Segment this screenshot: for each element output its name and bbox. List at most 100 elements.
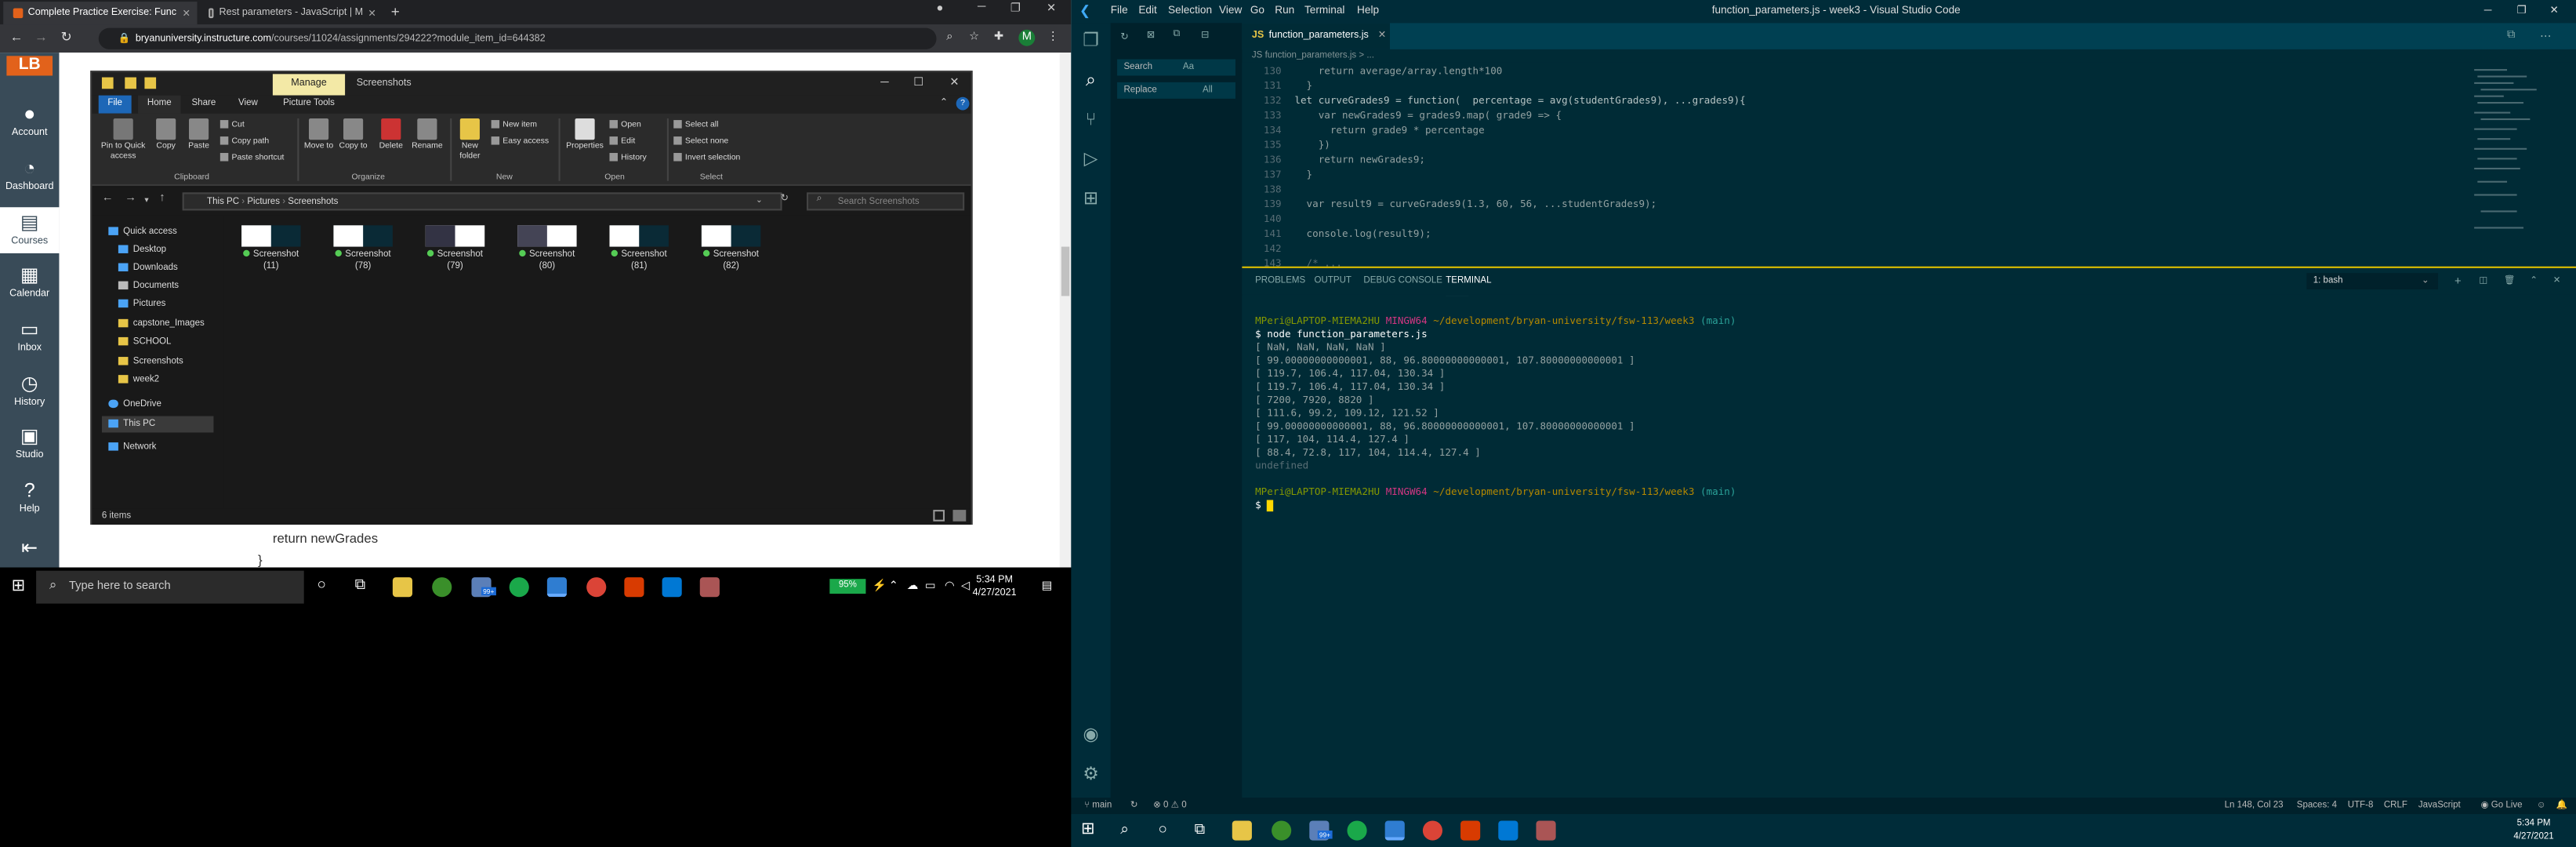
tab-debug-console[interactable]: DEBUG CONSOLE	[1363, 274, 1442, 289]
chrome-alt-taskbar-icon[interactable]	[1422, 820, 1443, 841]
chrome-alt-taskbar-icon[interactable]	[586, 577, 607, 598]
ribbon-collapse-icon[interactable]: ⌃	[940, 97, 949, 109]
close-window-icon[interactable]: ✕	[2550, 0, 2559, 23]
more-actions-icon[interactable]: ⋯	[2540, 30, 2552, 43]
browser-tab-1[interactable]: Complete Practice Exercise: Func ✕	[3, 2, 198, 25]
app-w-taskbar-icon[interactable]	[432, 577, 452, 598]
nav-courses[interactable]: ▤ Courses	[0, 207, 60, 253]
new-item-button[interactable]: New item	[491, 120, 537, 132]
page-scrollbar[interactable]	[1059, 53, 1072, 568]
new-search-editor-icon[interactable]: ⧉	[1173, 30, 1180, 42]
browser-tab-2[interactable]: Rest parameters - JavaScript | M ✕	[199, 2, 383, 24]
breadcrumb-screenshots[interactable]: Screenshots	[288, 198, 338, 208]
delete-button[interactable]: Delete	[373, 118, 409, 151]
cortana-icon[interactable]: ○	[1158, 820, 1166, 837]
terminal-select[interactable]: 1: bash ⌄	[2306, 273, 2439, 290]
sync-icon[interactable]: ↻	[1130, 798, 1138, 814]
nav-studio[interactable]: ▣ Studio	[0, 424, 59, 460]
nav-network[interactable]: Network	[108, 439, 220, 456]
profile-avatar[interactable]: M	[1018, 29, 1036, 46]
nav-screenshots[interactable]: Screenshots	[118, 354, 230, 370]
windows-start-icon[interactable]: ⊞	[12, 577, 26, 595]
nav-history[interactable]: ◷ History	[0, 372, 59, 408]
collapse-all-icon[interactable]: ⊟	[1201, 30, 1210, 42]
task-view-icon[interactable]: ⧉	[1195, 820, 1205, 838]
file-item[interactable]: Screenshot (81)	[598, 225, 680, 271]
tab-output[interactable]: OUTPUT	[1315, 274, 1351, 289]
collapse-nav-icon[interactable]: ⇤	[0, 536, 59, 563]
minimize-icon[interactable]: ─	[2484, 0, 2492, 23]
menu-terminal[interactable]: Terminal	[1304, 0, 1344, 23]
close-window-icon[interactable]: ✕	[1047, 2, 1056, 15]
maximize-panel-icon[interactable]: ⌃	[2530, 274, 2538, 289]
menu-view[interactable]: View	[1219, 0, 1242, 23]
app-w-taskbar-icon[interactable]	[1272, 820, 1292, 841]
task-view-icon[interactable]: ⧉	[355, 576, 365, 594]
paste-button[interactable]: Paste	[184, 118, 214, 151]
menu-kebab-icon[interactable]: ⋮	[1045, 30, 1061, 46]
tab-terminal[interactable]: TERMINAL	[1446, 274, 1492, 298]
copy-to-button[interactable]: Copy to	[337, 118, 370, 151]
forward-icon[interactable]: →	[125, 192, 136, 204]
file-explorer-taskbar-icon[interactable]	[392, 577, 413, 598]
copy-button[interactable]: Copy	[151, 118, 181, 151]
vscode-taskbar-icon[interactable]	[546, 577, 568, 598]
maximize-icon[interactable]: ❐	[2517, 0, 2527, 23]
copy-path-button[interactable]: Copy path	[220, 136, 269, 148]
chrome-taskbar-icon[interactable]	[1347, 820, 1367, 841]
breadcrumb-pictures[interactable]: Pictures	[247, 198, 280, 208]
tab-search-icon[interactable]: ●	[937, 3, 944, 15]
feedback-icon[interactable]: ☺	[2537, 798, 2546, 814]
problems-indicator[interactable]: ⊗ 0 ⚠ 0	[1153, 798, 1186, 814]
tab-problems[interactable]: PROBLEMS	[1255, 274, 1305, 289]
up-icon[interactable]: ↑	[159, 192, 165, 204]
quick-access-toolbar-icon[interactable]	[125, 77, 136, 89]
menu-go[interactable]: Go	[1250, 0, 1264, 23]
close-tab-icon[interactable]: ✕	[368, 7, 376, 20]
photos-taskbar-icon[interactable]	[1536, 820, 1556, 841]
search-icon[interactable]: ⌕	[1079, 69, 1102, 92]
explorer-files-icon[interactable]: ❐	[1079, 30, 1102, 53]
select-all-button[interactable]: Select all	[673, 120, 718, 132]
edit-button[interactable]: Edit	[609, 136, 635, 148]
maximize-icon[interactable]: ☐	[913, 72, 923, 95]
volume-icon[interactable]: ◁	[961, 579, 970, 592]
search-input[interactable]: Search Aa	[1117, 59, 1235, 76]
forward-icon[interactable]: →	[34, 31, 48, 45]
office-taskbar-icon[interactable]	[1460, 820, 1481, 841]
nav-onedrive[interactable]: OneDrive	[108, 396, 220, 413]
chevron-down-icon[interactable]: ⌄	[756, 196, 763, 206]
file-item[interactable]: Screenshot (82)	[690, 225, 772, 271]
store-taskbar-icon[interactable]	[662, 577, 682, 598]
cortana-icon[interactable]: ○	[317, 576, 325, 592]
recent-locations-icon[interactable]: ▾	[144, 196, 148, 206]
minimap[interactable]	[2468, 63, 2567, 260]
breadcrumb-this-pc[interactable]: This PC	[207, 198, 239, 208]
nav-capstone-images[interactable]: capstone_Images	[118, 316, 230, 333]
invert-selection-button[interactable]: Invert selection	[673, 153, 740, 165]
nav-account[interactable]: ● Account	[0, 102, 59, 138]
code-editor[interactable]: 130 return average/array.length*100 131 …	[1242, 62, 2576, 267]
open-button[interactable]: Open	[609, 120, 641, 132]
file-item[interactable]: Screenshot (79)	[414, 225, 496, 271]
taskbar-clock[interactable]: 5:34 PM 4/27/2021	[973, 574, 1017, 601]
nav-week2[interactable]: week2	[118, 372, 230, 388]
battery-indicator[interactable]: 95%	[829, 579, 866, 594]
go-live-button[interactable]: ◉ Go Live	[2481, 798, 2523, 814]
line-ending[interactable]: CRLF	[2384, 798, 2407, 814]
nav-this-pc[interactable]: This PC	[101, 416, 214, 433]
store-taskbar-icon[interactable]	[1498, 820, 1518, 841]
details-view-icon[interactable]	[933, 510, 945, 522]
canvas-logo[interactable]: LB	[6, 56, 53, 76]
editor-tab-function-parameters[interactable]: JS function_parameters.js ✕	[1242, 23, 1390, 49]
file-item[interactable]: Screenshot (11)	[230, 225, 312, 271]
move-to-button[interactable]: Move to	[303, 118, 336, 151]
history-button[interactable]: History	[609, 153, 647, 165]
file-item[interactable]: Screenshot (80)	[506, 225, 588, 271]
source-control-icon[interactable]: ⑂	[1079, 108, 1102, 131]
ribbon-tab-share[interactable]: Share	[184, 96, 223, 114]
split-editor-icon[interactable]: ⧉	[2507, 30, 2515, 43]
explorer-search-input[interactable]: Search Screenshots	[806, 192, 965, 211]
nav-dashboard[interactable]: ◔ Dashboard	[0, 156, 59, 192]
search-icon[interactable]: ⌕	[1120, 820, 1129, 838]
